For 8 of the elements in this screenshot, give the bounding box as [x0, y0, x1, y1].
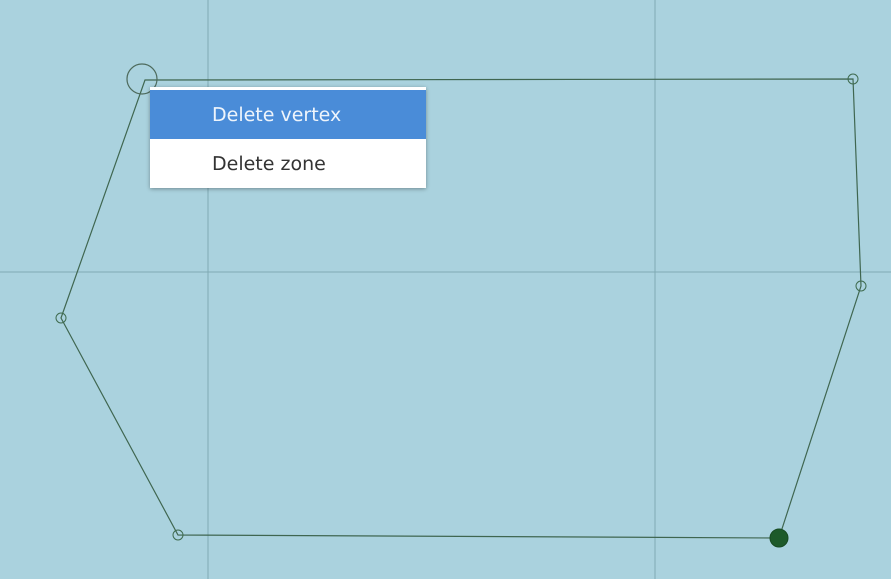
vertex-handle[interactable]: [848, 74, 858, 84]
map-canvas[interactable]: Delete vertex Delete zone: [0, 0, 891, 579]
vertex-handle[interactable]: [856, 280, 866, 292]
vertex-handle[interactable]: [126, 63, 158, 95]
menu-item[interactable]: Delete zone: [150, 139, 426, 188]
vertex-handle[interactable]: [172, 530, 184, 540]
vertex-handle[interactable]: [56, 312, 66, 324]
vertex-handle[interactable]: [770, 528, 788, 548]
